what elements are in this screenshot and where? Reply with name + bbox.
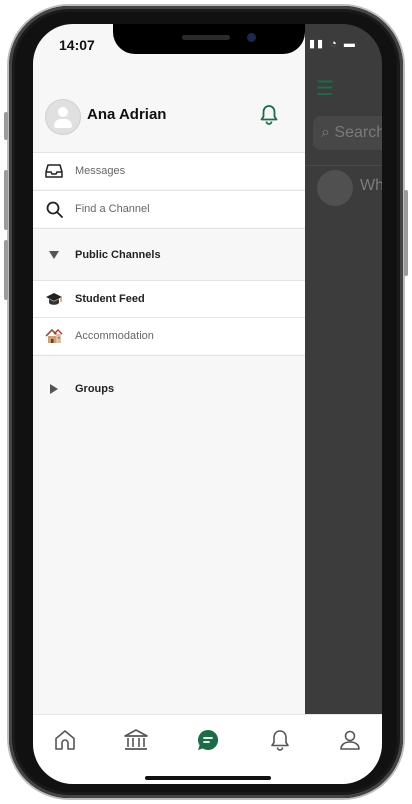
background-preview-text: Wh bbox=[360, 177, 382, 194]
graduation-cap-icon bbox=[33, 292, 75, 306]
menu-item-label: Find a Channel bbox=[75, 203, 150, 215]
menu-item-find-channel[interactable]: Find a Channel bbox=[33, 190, 305, 227]
menu-item-label: Messages bbox=[75, 165, 126, 177]
bottom-tab-bar bbox=[33, 714, 382, 784]
divider bbox=[305, 165, 382, 166]
notifications-bell-icon[interactable] bbox=[259, 104, 279, 131]
tab-chat[interactable] bbox=[195, 727, 221, 753]
volume-down-button bbox=[4, 240, 8, 300]
speaker-grille bbox=[182, 35, 230, 40]
wifi-icon: ◔ bbox=[330, 38, 339, 50]
front-camera bbox=[247, 33, 256, 42]
navigation-drawer: 14:07 Ana Adrian Messages Find a Channel… bbox=[33, 24, 305, 714]
chat-icon bbox=[198, 729, 219, 750]
mute-switch bbox=[4, 112, 8, 140]
channel-item-student-feed[interactable]: Student Feed bbox=[33, 280, 305, 317]
section-label: Public Channels bbox=[75, 248, 161, 261]
avatar bbox=[317, 170, 353, 206]
section-public-channels[interactable]: Public Channels bbox=[33, 228, 305, 280]
caret-down-icon bbox=[33, 250, 75, 259]
house-icon bbox=[33, 328, 75, 344]
status-icons: ▮▮ ◔ ▬ bbox=[309, 37, 357, 50]
bell-icon bbox=[271, 730, 289, 751]
background-search-field: ⌕ Search bbox=[313, 116, 382, 150]
search-icon: ⌕ bbox=[321, 124, 335, 141]
search-icon bbox=[33, 201, 75, 218]
profile-icon bbox=[340, 730, 360, 750]
background-search-placeholder: Search bbox=[334, 124, 382, 141]
power-button bbox=[404, 190, 408, 276]
tab-institution[interactable] bbox=[123, 727, 149, 753]
inbox-icon bbox=[33, 163, 75, 179]
volume-up-button bbox=[4, 170, 8, 230]
list-menu-icon: ☰ bbox=[316, 78, 334, 100]
device-notch bbox=[113, 24, 305, 54]
home-indicator[interactable] bbox=[145, 776, 271, 780]
caret-right-icon bbox=[33, 383, 75, 394]
signal-icon: ▮▮ bbox=[309, 38, 326, 50]
tab-profile[interactable] bbox=[337, 727, 363, 753]
section-label: Groups bbox=[75, 382, 115, 395]
home-icon bbox=[55, 730, 75, 750]
channel-item-accommodation[interactable]: Accommodation bbox=[33, 317, 305, 354]
profile-avatar[interactable] bbox=[45, 99, 81, 135]
battery-icon: ▬ bbox=[343, 38, 357, 50]
channel-label: Student Feed bbox=[75, 293, 145, 305]
tab-notifications[interactable] bbox=[267, 727, 293, 753]
profile-name[interactable]: Ana Adrian bbox=[87, 106, 166, 123]
menu-item-messages[interactable]: Messages bbox=[33, 152, 305, 189]
bank-icon bbox=[124, 729, 148, 750]
tab-home[interactable] bbox=[52, 727, 78, 753]
section-groups[interactable]: Groups bbox=[33, 355, 305, 421]
phone-screen: ☰ ⌕ Search Wh 14:07 Ana Adrian Messages … bbox=[33, 24, 382, 784]
channel-label: Accommodation bbox=[75, 330, 154, 342]
status-time: 14:07 bbox=[59, 37, 95, 53]
